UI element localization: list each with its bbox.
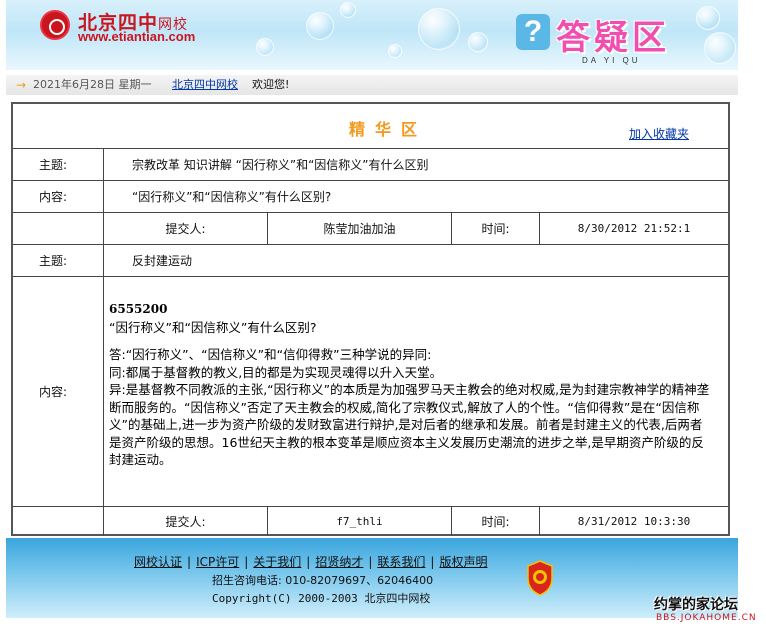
reply-submitter: f7_thli [267,507,451,536]
footer: 网校认证 | ICP许可 | 关于我们 | 招贤纳才 | 联系我们 | 版权声明 招生咨询电话: 0… [6,538,738,618]
date-bar: → 2021年6月28日 星期一 北京四中网校 欢迎您! [6,75,738,95]
footer-phone: 招生咨询电话: 010-82079697、62046400 [212,574,434,587]
section-title: 答疑区 [556,18,670,58]
reply-time-label: 时间: [451,507,539,536]
reply-content: 6555200 “因行称义”和“因信称义”有什么区别? 答:“因行称义”、“因信… [109,301,714,469]
post-content-row: 内容: “因行称义”和“因信称义”有什么区别? [13,180,728,212]
footer-link-about[interactable]: 关于我们 [253,555,301,569]
post-time: 8/30/2012 21:52:1 [539,213,728,244]
post-content-label: 内容: [39,190,68,204]
jinghua-title: 精华区 [349,120,428,139]
jinghua-header: 精华区 加入收藏夹 [13,104,728,148]
section-pinyin: DA YI QU [582,56,641,65]
post-subject-label: 主题: [39,158,68,172]
welcome-text: 欢迎您! [252,78,290,91]
bubble-decoration [696,6,720,30]
post-time-label: 时间: [451,213,539,244]
reply-time: 8/31/2012 10:3:30 [539,507,728,536]
arrow-right-icon: → [16,78,27,92]
post-meta-row: 提交人: 陈莹加油加油 时间: 8/30/2012 21:52:1 [13,212,728,244]
footer-link-contact[interactable]: 联系我们 [377,555,425,569]
post-subject-row: 主题: 宗教改革 知识讲解 “因行称义”和“因信称义”有什么区别 [13,148,728,180]
post-subject: 宗教改革 知识讲解 “因行称义”和“因信称义”有什么区别 [103,149,728,180]
reply-subject: 反封建运动 [103,245,728,276]
footer-links: 网校认证 | ICP许可 | 关于我们 | 招贤纳才 | 联系我们 | 版权声明 [134,555,488,569]
footer-link-icp[interactable]: ICP许可 [196,555,239,569]
reply-id-number: 6555200 [109,302,168,316]
reply-meta-row: 提交人: f7_thli 时间: 8/31/2012 10:3:30 [13,506,728,536]
qa-table: 精华区 加入收藏夹 主题: 宗教改革 知识讲解 “因行称义”和“因信称义”有什么… [11,102,730,536]
reply-content-label: 内容: [39,385,68,399]
watermark: 约掌的家论坛 [654,597,738,613]
header-banner: 北京四中网校 www.etiantian.com ? 答疑区 DA YI QU [6,0,738,70]
add-favorite-link[interactable]: 加入收藏夹 [629,125,689,142]
site-home-link[interactable]: 北京四中网校 [172,75,238,95]
footer-copyright: Copyright(C) 2000-2003 北京四中网校 [212,592,431,605]
reply-question: “因行称义”和“因信称义”有什么区别? [109,319,317,335]
logo-url[interactable]: www.etiantian.com [78,29,195,44]
reply-subject-row: 主题: 反封建运动 [13,244,728,276]
reply-answer-line: 异:是基督教不同教派的主张,“因行称义”的本质是为加强罗马天主教会的绝对权威,是… [109,382,710,467]
reply-content-row: 内容: 6555200 “因行称义”和“因信称义”有什么区别? 答:“因行称义”… [13,276,728,506]
watermark-url: BBS.JOKAHOME.CN [656,613,757,623]
bubble-decoration [340,2,356,18]
post-content: “因行称义”和“因信称义”有什么区别? [103,181,728,212]
reply-answer-line: 答:“因行称义”、“因信称义”和“信仰得救”三种学说的异同: [109,347,432,362]
bubble-decoration [704,32,736,64]
post-submitter: 陈莹加油加油 [267,213,451,244]
footer-link-copyright[interactable]: 版权声明 [439,555,487,569]
police-emblem-icon[interactable] [526,560,554,596]
bubble-decoration [418,8,460,50]
bubble-decoration [388,44,402,58]
reply-subject-label: 主题: [39,254,68,268]
bubble-decoration [306,12,334,40]
school-logo-icon[interactable] [40,10,70,40]
reply-submitter-label: 提交人: [103,507,267,536]
bubble-decoration [256,38,274,56]
reply-answer-line: 同:都属于基督教的教义,目的都是为实现灵魂得以升入天堂。 [109,364,443,380]
footer-link-certification[interactable]: 网校认证 [134,555,182,569]
post-submitter-label: 提交人: [103,213,267,244]
question-mark-icon: ? [516,14,550,50]
footer-link-jobs[interactable]: 招贤纳才 [315,555,363,569]
bubble-decoration [468,32,488,52]
current-date: 2021年6月28日 星期一 [33,78,152,91]
